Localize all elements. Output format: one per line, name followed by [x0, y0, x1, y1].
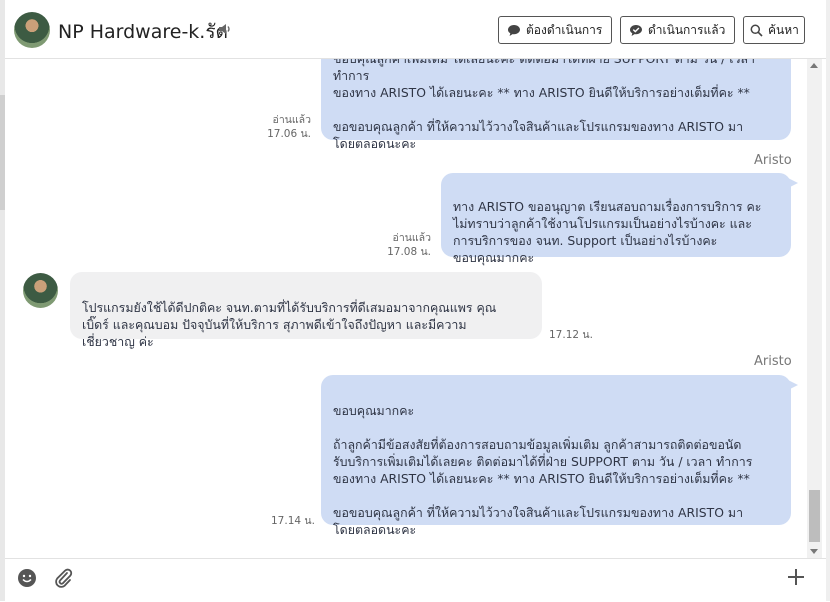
- contact-avatar[interactable]: [23, 273, 58, 308]
- message-time: 17.12 น.: [549, 329, 593, 341]
- chat-header: NP Hardware-k.รัต ต้องดำเนินการ ดำเนินกา…: [5, 0, 826, 59]
- incoming-message: โปรแกรมยังใช้ได้ดีปกติคะ จนท.ตามที่ได้รั…: [70, 272, 542, 349]
- contact-name: NP Hardware-k.รัต: [58, 21, 228, 43]
- chat-scrollbar[interactable]: [807, 59, 822, 558]
- message-time: 17.08 น.: [387, 246, 431, 258]
- message-meta: อ่านแล้ว 17.08 น.: [365, 231, 431, 259]
- scroll-down-arrow-icon[interactable]: [810, 549, 818, 554]
- chat-bubble-icon: [508, 24, 520, 36]
- outgoing-message: ทาง ARISTO ขออนุญาต เรียนสอบถามเรื่องการ…: [441, 173, 798, 265]
- message-meta: อ่านแล้ว 17.06 น.: [245, 113, 311, 141]
- scroll-up-arrow-icon[interactable]: [810, 63, 818, 68]
- pending-button[interactable]: ต้องดำเนินการ: [498, 16, 612, 44]
- smiley-icon[interactable]: [17, 568, 37, 588]
- sender-name: Aristo: [754, 153, 792, 168]
- done-button-label: ดำเนินการแล้ว: [648, 22, 726, 37]
- read-receipt: อ่านแล้ว: [392, 232, 431, 244]
- search-button-label: ค้นหา: [768, 22, 799, 37]
- message-text: ขอบคุณมากคะ ถ้าลูกค้ามีข้อสงสัยที่ต้องกา…: [333, 403, 753, 537]
- right-edge: [826, 0, 830, 601]
- search-icon: [750, 24, 763, 37]
- message-time: 17.06 น.: [267, 128, 311, 140]
- message-composer: [5, 558, 826, 602]
- paperclip-icon[interactable]: [53, 567, 73, 589]
- message-list[interactable]: ขอบคุณลูกค้าเพิ่มเติม ได้เลยนะคะ ติดต่อม…: [5, 59, 807, 558]
- plus-icon[interactable]: [785, 566, 807, 588]
- speaker-icon[interactable]: [217, 21, 233, 37]
- pending-button-label: ต้องดำเนินการ: [526, 22, 603, 37]
- outgoing-message: ขอบคุณมากคะ ถ้าลูกค้ามีข้อสงสัยที่ต้องกา…: [321, 375, 798, 537]
- message-text: ทาง ARISTO ขออนุญาต เรียนสอบถามเรื่องการ…: [453, 199, 762, 265]
- outgoing-message: ขอบคุณลูกค้าเพิ่มเติม ได้เลยนะคะ ติดต่อม…: [321, 59, 791, 151]
- read-receipt: อ่านแล้ว: [272, 114, 311, 126]
- message-text: โปรแกรมยังใช้ได้ดีปกติคะ จนท.ตามที่ได้รั…: [82, 300, 497, 349]
- search-button[interactable]: ค้นหา: [743, 16, 805, 44]
- message-text: ขอบคุณลูกค้าเพิ่มเติม ได้เลยนะคะ ติดต่อม…: [333, 59, 755, 151]
- done-button[interactable]: ดำเนินการแล้ว: [620, 16, 735, 44]
- contact-avatar[interactable]: [14, 12, 50, 48]
- scroll-thumb[interactable]: [809, 490, 820, 542]
- sender-name: Aristo: [754, 354, 792, 369]
- chat-bubble-icon: [630, 24, 642, 36]
- message-time: 17.14 น.: [271, 515, 315, 527]
